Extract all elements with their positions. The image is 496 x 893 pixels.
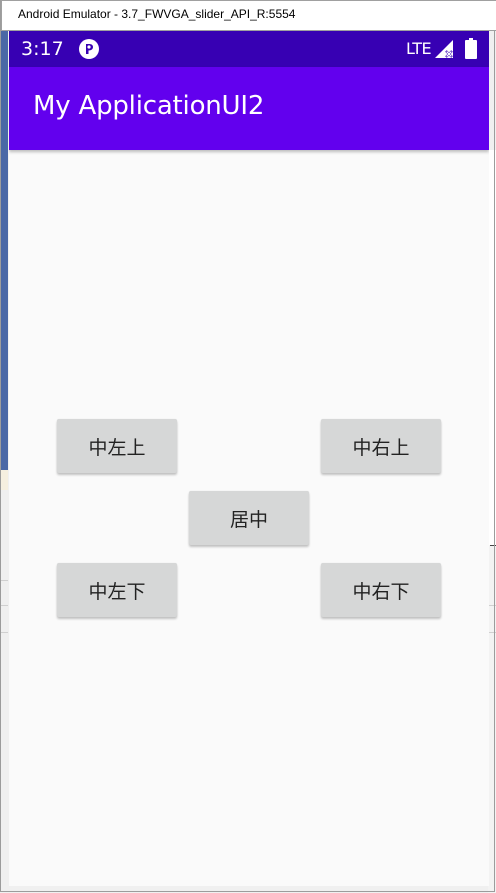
middle-left-bottom-button[interactable]: 中左下 — [57, 563, 177, 617]
battery-full-icon — [465, 38, 477, 59]
window-title: Android Emulator - 3.7_FWVGA_slider_API_… — [18, 7, 296, 21]
notification-app-icon — [79, 39, 99, 59]
network-type-label: LTE — [406, 39, 432, 58]
emulator-window: Android Emulator - 3.7_FWVGA_slider_API_… — [0, 0, 496, 892]
center-button[interactable]: 居中 — [189, 491, 309, 545]
status-time: 3:17 — [21, 38, 64, 60]
signal-no-service-icon — [435, 40, 453, 58]
app-title: My ApplicationUI2 — [33, 91, 265, 121]
device-screen: 3:17 LTE My ApplicationUI2 中左上 中右上 居中 中左… — [9, 31, 489, 886]
middle-right-top-button[interactable]: 中右上 — [321, 419, 441, 473]
window-titlebar[interactable]: Android Emulator - 3.7_FWVGA_slider_API_… — [1, 0, 496, 31]
middle-left-top-button[interactable]: 中左上 — [57, 419, 177, 473]
status-bar: 3:17 LTE — [9, 31, 489, 67]
middle-right-bottom-button[interactable]: 中右下 — [321, 563, 441, 617]
app-bar: My ApplicationUI2 — [9, 67, 489, 150]
